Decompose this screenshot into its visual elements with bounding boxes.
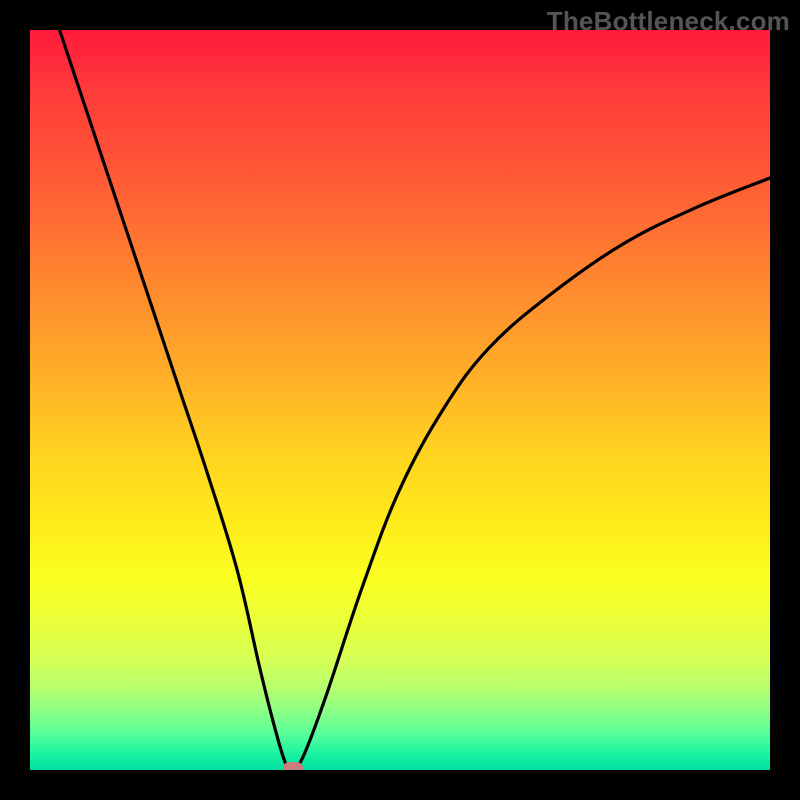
chart-frame: TheBottleneck.com <box>0 0 800 800</box>
curve-svg <box>30 30 770 770</box>
bottleneck-curve <box>60 30 770 770</box>
plot-area <box>30 30 770 770</box>
optimal-point-marker <box>283 762 303 770</box>
